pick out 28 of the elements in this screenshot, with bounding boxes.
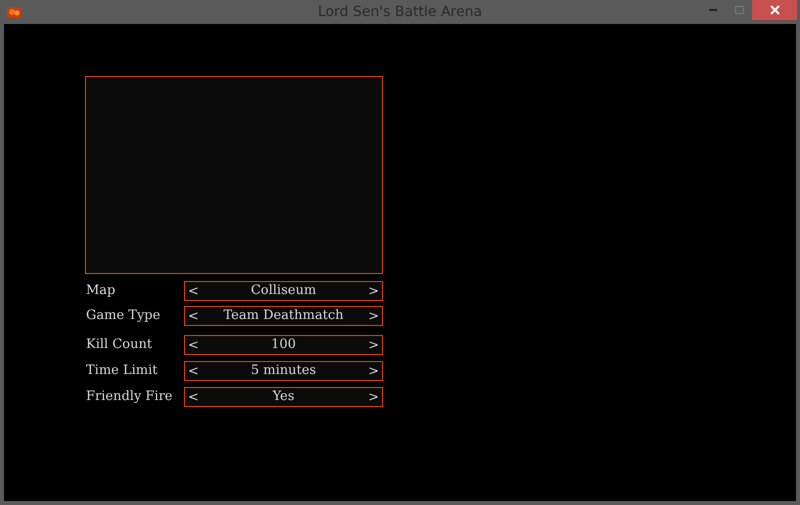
option-value: 5 minutes — [250, 362, 318, 380]
next-button[interactable]: > — [368, 310, 379, 322]
previous-button[interactable]: < — [188, 390, 199, 404]
setting-label: Map — [85, 282, 116, 300]
setting-label: Time Limit — [85, 362, 158, 380]
option-selector[interactable]: < Colliseum > — [184, 281, 383, 301]
next-button[interactable]: > — [368, 390, 379, 404]
next-button[interactable]: > — [368, 338, 379, 352]
close-button[interactable] — [752, 0, 797, 20]
close-icon — [770, 5, 780, 15]
option-selector[interactable]: < 5 minutes > — [184, 361, 383, 381]
previous-button[interactable]: < — [188, 364, 199, 378]
setting-label: Game Type — [85, 307, 162, 326]
next-button[interactable]: > — [368, 284, 379, 298]
previous-button[interactable]: < — [188, 338, 199, 352]
previous-button[interactable]: < — [188, 284, 199, 298]
option-value: Colliseum — [250, 282, 318, 300]
next-button[interactable]: > — [368, 364, 379, 378]
option-value: 100 — [270, 336, 297, 354]
setting-label: Friendly Fire — [85, 388, 174, 406]
previous-button[interactable]: < — [188, 310, 199, 322]
app-icon — [6, 5, 22, 19]
option-selector[interactable]: < Team Deathmatch > — [184, 306, 383, 326]
option-selector[interactable]: < 100 > — [184, 335, 383, 355]
option-value: Yes — [272, 388, 296, 406]
setting-label: Kill Count — [85, 336, 154, 354]
option-value: Team Deathmatch — [222, 307, 344, 326]
option-selector[interactable]: < Yes > — [184, 387, 383, 407]
